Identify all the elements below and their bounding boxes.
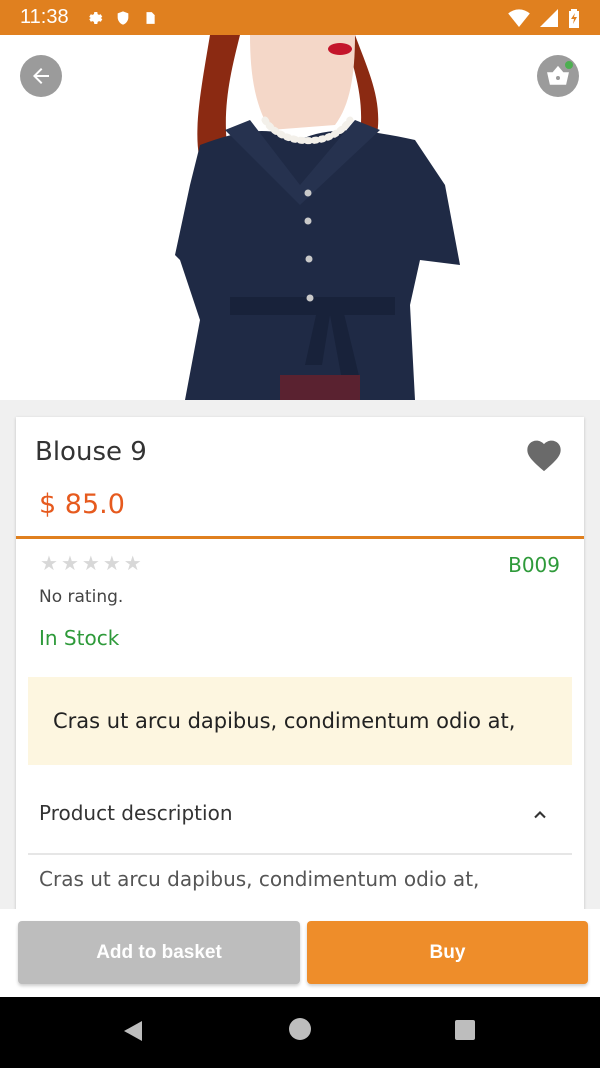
product-sku: B009 [508, 553, 560, 577]
rating-stars: ★ ★ ★ ★ ★ [40, 551, 142, 575]
description-header[interactable]: Product description [39, 801, 233, 825]
star-icon: ★ [81, 551, 100, 575]
product-price: $ 85.0 [39, 489, 125, 520]
battery-charging-icon [569, 8, 579, 28]
star-icon: ★ [60, 551, 79, 575]
product-card: Blouse 9 $ 85.0 ★ ★ ★ ★ ★ B009 No rating… [16, 417, 584, 917]
product-title: Blouse 9 [35, 437, 147, 467]
star-icon: ★ [40, 551, 58, 575]
system-nav-bar [0, 997, 600, 1068]
action-bar: Add to basket Buy [0, 909, 600, 997]
basket-button[interactable] [537, 55, 579, 97]
status-time: 11:38 [20, 6, 69, 28]
nav-home-icon[interactable] [289, 1018, 311, 1040]
basket-badge [565, 61, 573, 69]
add-to-basket-button[interactable]: Add to basket [18, 921, 300, 984]
status-icons-left [85, 9, 157, 27]
product-photo [0, 35, 600, 400]
wifi-icon [508, 8, 530, 27]
heart-icon[interactable] [524, 435, 564, 473]
highlight-banner: Cras ut arcu dapibus, condimentum odio a… [28, 677, 572, 765]
signal-icon [540, 8, 558, 27]
buy-button[interactable]: Buy [307, 921, 588, 984]
divider [16, 536, 584, 539]
description-text: Cras ut arcu dapibus, condimentum odio a… [39, 867, 480, 891]
nav-recent-icon[interactable] [455, 1020, 475, 1040]
status-icons-right [508, 8, 580, 28]
arrow-left-icon [33, 68, 49, 84]
chevron-up-icon[interactable] [530, 805, 550, 825]
gear-icon [88, 11, 102, 24]
description-divider [28, 853, 572, 855]
shield-icon [117, 10, 128, 25]
back-button[interactable] [20, 55, 62, 97]
status-bar: 11:38 [0, 0, 600, 35]
star-icon: ★ [102, 551, 121, 575]
star-icon: ★ [123, 551, 142, 575]
nav-back-icon[interactable] [122, 1019, 144, 1043]
product-image [0, 35, 600, 400]
rating-text: No rating. [39, 587, 124, 607]
banner-text: Cras ut arcu dapibus, condimentum odio a… [53, 709, 516, 733]
stock-status: In Stock [39, 626, 120, 650]
sdcard-icon [146, 11, 155, 24]
